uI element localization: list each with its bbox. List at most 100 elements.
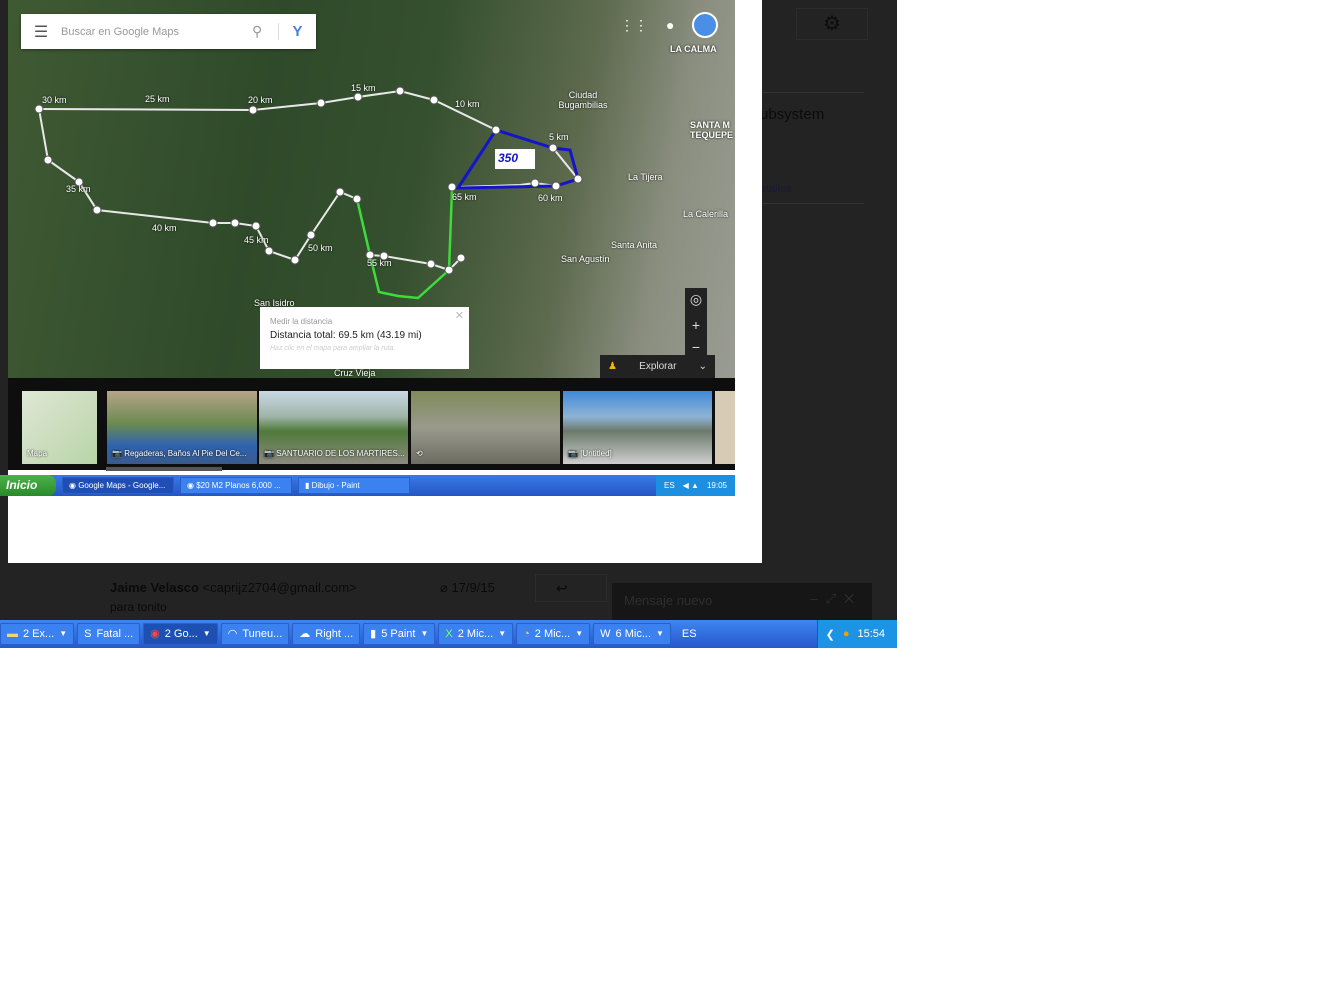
hamburger-menu-icon[interactable]: ☰ [21,22,61,42]
close-icon[interactable]: ✕ [455,309,464,322]
km-label: 40 km [152,223,177,233]
gear-icon: ⚙ [823,13,841,35]
explore-label: Explorar [639,361,677,372]
excel-icon: X [445,628,453,640]
task-item-paint[interactable]: ▮ 5 Paint ▼ [363,623,436,645]
task-item-skype[interactable]: S Fatal ... [77,623,141,645]
task-item-word[interactable]: W6 Mic... ▼ [593,623,671,645]
place-label: SANTA M TEQUEPE [690,120,734,140]
thumbnail-photo[interactable]: 📷 SANTUARIO DE LOS MARTIRES... [259,391,408,464]
explore-bar[interactable]: ♟ Explorar ⌄ [600,355,715,378]
place-label: Cruz Vieja [334,368,376,378]
email-subject: ubsystem [760,106,825,123]
system-tray: ❮ ● 15:54 [816,620,897,648]
compose-title: Mensaje nuevo [624,593,713,608]
measure-route-west [38,108,462,272]
km-label: 10 km [455,99,480,109]
thumbnail-360[interactable]: ⟲ [411,391,560,464]
divider [760,203,864,204]
place-label: La Calerilla [683,209,729,219]
pasted-screenshot: 350 30 km 25 km 20 km 15 km 10 km 5 km 3… [0,0,762,563]
task-item-right[interactable]: ☁ Right ... [292,623,361,645]
date-text: 17/9/15 [451,580,495,595]
folder-icon: ▬ [7,628,18,640]
chevron-down-icon: ▼ [656,629,664,638]
sender-name: Jaime Velasco [110,580,199,595]
settings-button[interactable]: ⚙ [796,8,868,40]
map-view[interactable]: 350 30 km 25 km 20 km 15 km 10 km 5 km 3… [8,0,735,378]
inner-lang[interactable]: ES [664,475,675,496]
km-label: 45 km [244,235,269,245]
account-bar: ⋮⋮ ● [620,12,719,38]
km-label: 25 km [145,94,170,104]
km-label: 20 km [248,95,273,105]
search-icon[interactable]: ⚲ [252,23,278,40]
inner-start-button[interactable]: Inicio [0,475,56,496]
green-route [355,189,454,300]
thumbnail-label: Mapa [27,449,48,458]
thumbnail-label: 📷 Regaderas, Baños Al Pie Del Ce... [112,449,247,458]
annotation-label: 350 [498,151,519,165]
details-link[interactable]: etalles [760,183,792,195]
thumbnail-map[interactable]: Mapa [22,391,97,464]
search-input[interactable]: Buscar en Google Maps [61,26,252,38]
place-label: San Agustín [561,254,610,264]
inner-task-item[interactable]: ▮ Dibujo - Paint [298,477,410,494]
language-indicator[interactable]: ES [682,628,697,640]
outlook-icon: ◔ [523,628,530,640]
zoom-in-button[interactable]: + [685,314,707,336]
measure-route [38,89,580,188]
strip-scrollbar[interactable] [106,467,222,471]
task-item-outlook[interactable]: ◔ 2 Mic... ▼ [516,623,591,645]
km-label: 30 km [42,95,67,105]
inner-task-item[interactable]: ◉ $20 M2 Planos 6,000 ... [180,477,292,494]
thumbnail-photo[interactable] [715,391,735,464]
notifications-icon[interactable]: ● [666,17,674,33]
tray-icons[interactable]: ◀ ▲ [683,475,699,496]
km-label: 55 km [367,258,392,268]
my-location-icon[interactable]: ◎ [685,288,707,310]
inner-system-tray: ES ◀ ▲ 19:05 [656,475,735,496]
avatar[interactable] [692,12,719,38]
pegman-icon[interactable]: ♟ [608,361,617,372]
photo-strip: Mapa 📷 Regaderas, Baños Al Pie Del Ce...… [8,378,735,470]
chevron-down-icon: ▼ [420,629,429,638]
antivirus-icon[interactable]: ● [843,628,850,640]
inner-clock: 19:05 [706,481,727,490]
directions-icon[interactable]: Y [278,23,316,40]
km-label: 5 km [549,132,569,142]
clock: 15:54 [857,628,885,640]
km-label: 50 km [308,243,333,253]
km-label: 35 km [66,184,91,194]
attachment-icon: ⌀ [440,580,452,595]
expand-icon[interactable]: ⌄ [699,361,707,372]
thumbnail-photo[interactable]: 📷 [Untitled] [563,391,712,464]
chevron-down-icon: ▼ [202,629,211,638]
task-item-chrome[interactable]: ◉ 2 Go... ▼ [143,623,218,645]
reply-button[interactable]: ↩ [535,574,607,602]
task-item-excel[interactable]: X2 Mic... ▼ [438,623,514,645]
sender-email: <caprijz2704@gmail.com> [202,580,357,595]
thumbnail-photo[interactable]: 📷 Regaderas, Baños Al Pie Del Ce... [107,391,257,464]
window-controls[interactable]: –⤢✕ [810,591,862,607]
place-label: LA CALMA [670,44,717,54]
apps-grid-icon[interactable]: ⋮⋮ [620,17,648,34]
measure-distance-popup: Medir la distancia Distancia total: 69.5… [260,307,469,369]
paint-icon: ▮ [370,628,377,640]
divider [760,92,864,93]
compose-window[interactable]: Mensaje nuevo –⤢✕ [612,583,872,620]
inner-task-item[interactable]: ◉ Google Maps - Google... [62,477,174,494]
place-label: La Tijera [628,172,663,182]
cloud-icon: ☁ [299,628,311,640]
km-label: 60 km [538,193,563,203]
recipient[interactable]: para tonito [110,600,167,614]
tuneup-icon: ◠ [227,628,238,640]
chevron-down-icon: ▼ [59,629,68,638]
chevron-down-icon: ▼ [575,629,584,638]
task-item-tuneup[interactable]: ◠ Tuneu... [220,623,290,645]
map-controls: ◎ + − [685,288,707,358]
task-item-explorer[interactable]: ▬ 2 Ex... ▼ [0,623,75,645]
map-search-box[interactable]: ☰ Buscar en Google Maps ⚲ Y [21,14,316,49]
word-icon: W [600,628,611,640]
show-hidden-icons-button[interactable]: ❮ [826,628,835,641]
